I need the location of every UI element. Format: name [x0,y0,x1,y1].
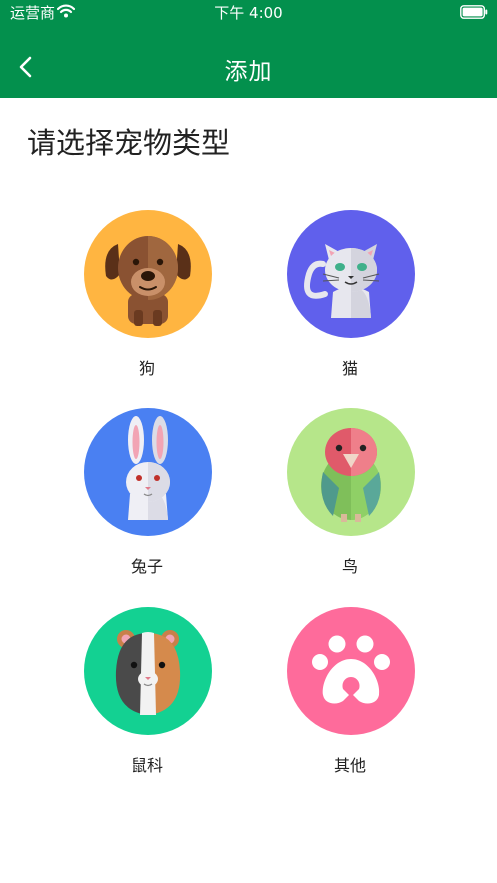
rabbit-icon [84,408,212,536]
guinea-pig-icon [84,607,212,735]
status-bar: 运营商 下午 4:00 [0,0,497,28]
pet-option-rodent[interactable]: 鼠科 [47,607,247,789]
paw-icon [287,607,415,735]
cat-icon [287,210,415,338]
pet-label-other: 其他 [333,756,366,775]
status-time: 下午 4:00 [214,4,283,22]
pet-label-cat: 猫 [341,359,358,378]
page-title: 添加 [224,59,273,85]
pet-option-bird[interactable]: 鸟 [250,408,450,590]
dog-icon [84,210,212,338]
section-heading: 请选择宠物类型 [27,126,231,160]
pet-option-other[interactable]: 其他 [250,607,450,789]
pet-option-cat[interactable]: 猫 [250,210,450,392]
pet-label-dog: 狗 [138,359,155,378]
navigation-bar: 添加 [0,28,497,98]
pet-label-rodent: 鼠科 [130,756,163,775]
pet-label-bird: 鸟 [341,557,358,576]
pet-option-dog[interactable]: 狗 [47,210,247,392]
battery-icon [460,5,488,19]
bird-icon [287,408,415,536]
pet-option-rabbit[interactable]: 兔子 [47,408,247,590]
pet-label-rabbit: 兔子 [130,557,163,576]
back-button[interactable] [10,51,42,83]
